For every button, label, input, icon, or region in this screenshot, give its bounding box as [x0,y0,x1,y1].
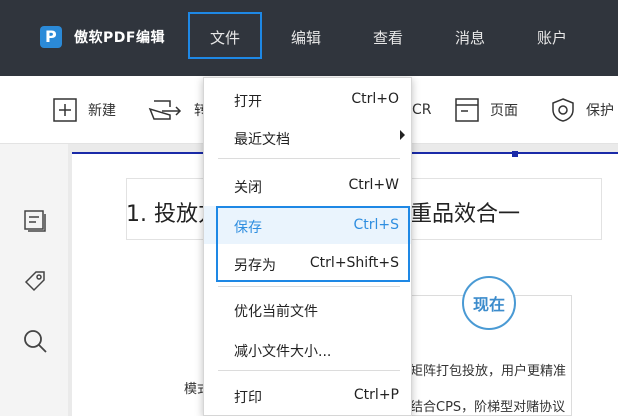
menu-edit[interactable]: 编辑 [291,27,321,48]
new-button[interactable]: 新建 [52,96,116,124]
save-options-highlight [216,206,410,282]
page-icon [455,98,479,122]
file-menu-optimize[interactable]: 优化当前文件 [204,290,411,328]
thumbnails-icon[interactable] [22,208,48,234]
tag-icon[interactable] [22,268,48,294]
convert-button[interactable]: 转 [148,96,208,124]
shield-icon [552,98,574,122]
new-plus-icon [53,98,77,122]
ocr-button[interactable]: CR [412,96,432,124]
doc-line-1: 矩阵打包投放，用户更精准 [410,364,567,379]
doc-line-2: 结合CPS，阶梯型对赌协议 [410,400,566,415]
file-menu-open[interactable]: 打开 Ctrl+O [204,80,411,118]
app-name: 傲软PDF编辑 [74,30,165,46]
menu-divider [218,158,400,159]
page-button-label: 页面 [490,103,518,119]
menu-view[interactable]: 查看 [373,27,403,48]
submenu-arrow-icon [400,130,405,140]
menu-account[interactable]: 账户 [537,27,567,48]
protect-button-label: 保护 [586,103,614,119]
selection-handle[interactable] [512,151,518,157]
menu-divider [218,286,400,287]
menu-divider [218,370,400,371]
doc-title-right: 重品效合一 [410,202,521,227]
menu-file-highlight [188,12,262,59]
ocr-button-label: CR [412,102,432,118]
top-menu-bar: P 傲软PDF编辑 文件 编辑 查看 消息 账户 [0,0,618,76]
file-menu-recent[interactable]: 最近文档 [204,118,411,156]
file-menu-reduce-size[interactable]: 减小文件大小... [204,330,411,368]
menu-messages[interactable]: 消息 [455,27,485,48]
new-button-label: 新建 [88,103,116,119]
app-logo-icon: P [40,26,62,48]
protect-button[interactable]: 保护 [550,96,614,124]
file-menu-print[interactable]: 打印 Ctrl+P [204,376,411,414]
convert-icon [148,100,182,120]
file-menu-close[interactable]: 关闭 Ctrl+W [204,166,411,204]
page-button[interactable]: 页面 [454,96,518,124]
search-icon[interactable] [22,328,48,354]
left-sidebar [0,144,68,416]
stamp-badge: 现在 [462,276,516,330]
